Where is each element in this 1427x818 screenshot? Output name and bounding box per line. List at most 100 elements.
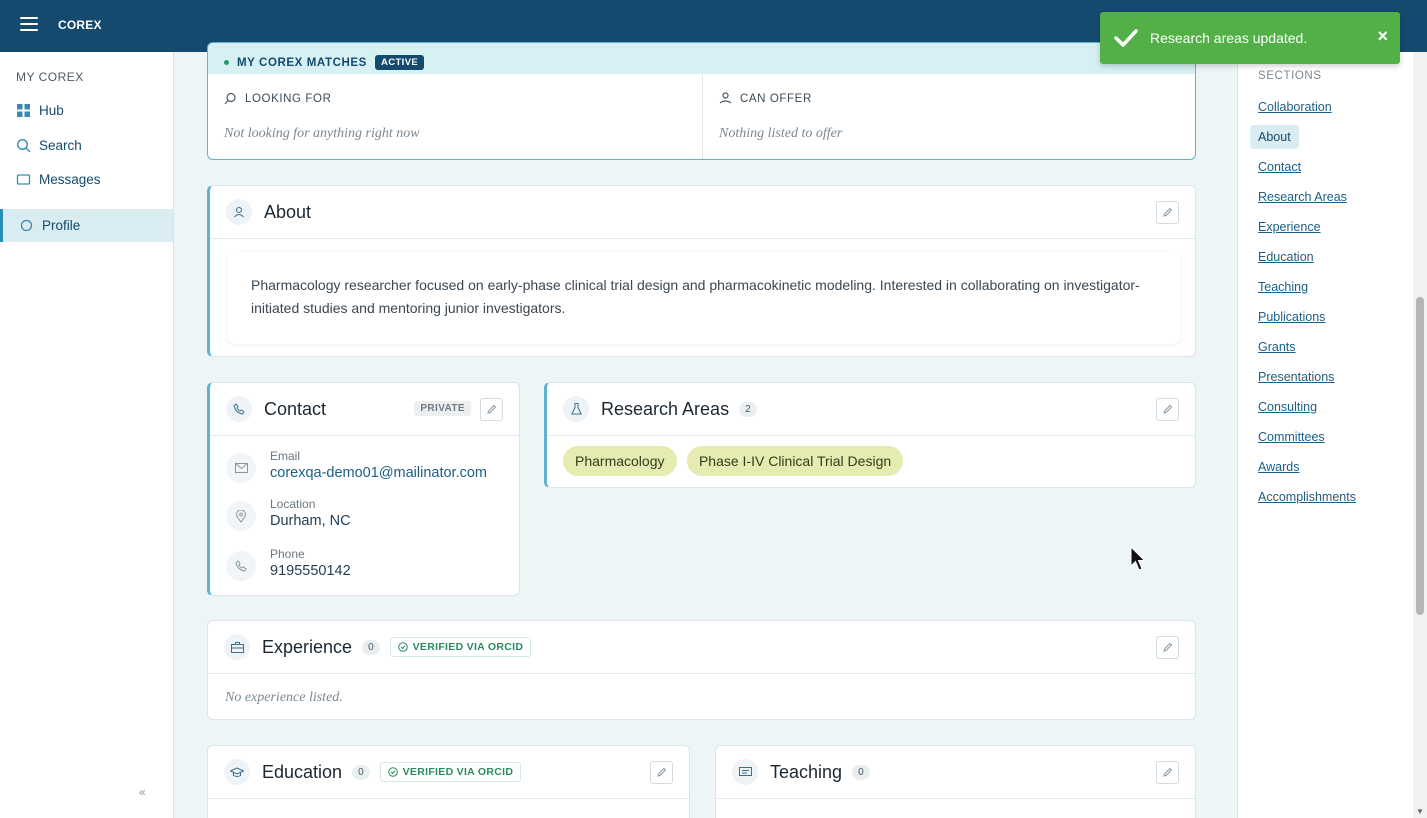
sidebar-item-search[interactable]: Search (0, 129, 173, 162)
sidebar-item-label: Messages (39, 172, 101, 187)
mail-icon (226, 453, 256, 483)
edit-research-areas-button[interactable] (1156, 398, 1179, 421)
hand-offer-icon (719, 92, 732, 104)
can-offer-value: Nothing listed to offer (719, 126, 843, 141)
section-link-about[interactable]: About (1250, 125, 1299, 149)
section-link-committees[interactable]: Committees (1258, 430, 1325, 444)
location-pin-icon (226, 501, 256, 531)
location-label: Location (270, 497, 316, 511)
status-dot-icon (224, 60, 229, 65)
pencil-icon (1163, 404, 1173, 414)
section-link-education[interactable]: Education (1258, 250, 1314, 264)
experience-empty: No experience listed. (225, 690, 343, 705)
verified-badge: VERIFIED VIA ORCID (379, 762, 522, 782)
section-link-accomplishments[interactable]: Accomplishments (1258, 490, 1356, 504)
toast-message: Research areas updated. (1150, 30, 1308, 46)
flask-icon (563, 396, 589, 422)
looking-for-label: LOOKING FOR (245, 92, 332, 105)
section-link-consulting[interactable]: Consulting (1258, 400, 1317, 414)
section-link-teaching[interactable]: Teaching (1258, 280, 1308, 294)
section-link-grants[interactable]: Grants (1258, 340, 1296, 354)
verified-badge: VERIFIED VIA ORCID (389, 637, 532, 657)
message-icon (16, 172, 31, 187)
sidebar-item-label: Hub (39, 103, 64, 118)
research-areas-title: Research Areas (601, 398, 730, 419)
matches-header: MY COREX MATCHES ACTIVE (208, 43, 1195, 74)
edit-teaching-button[interactable] (1156, 761, 1179, 784)
sidebar-item-hub[interactable]: Hub (0, 94, 173, 127)
section-link-publications[interactable]: Publications (1258, 310, 1325, 324)
sections-heading: SECTIONS (1258, 70, 1322, 82)
can-offer-label-row: CAN OFFER (719, 92, 812, 105)
about-header: About (210, 186, 1195, 239)
privacy-badge: PRIVATE (414, 401, 471, 416)
brand-name[interactable]: COREX (58, 18, 102, 32)
education-title: Education (262, 761, 343, 782)
edit-contact-button[interactable] (480, 398, 503, 421)
email-link[interactable]: corexqa-demo01@mailinator.com (270, 465, 487, 481)
collapse-sidebar-button[interactable]: « (139, 785, 146, 799)
section-link-experience[interactable]: Experience (1258, 220, 1321, 234)
status-badge: ACTIVE (374, 55, 425, 70)
looking-for-column: LOOKING FOR Not looking for anything rig… (208, 74, 702, 159)
page-scrollbar[interactable]: ▼ (1413, 52, 1427, 818)
looking-for-label-row: LOOKING FOR (224, 92, 331, 105)
contact-phone-row: Phone 9195550142 (226, 547, 351, 581)
experience-header: Experience 0 VERIFIED VIA ORCID (208, 621, 1195, 674)
main-content: MY COREX MATCHES ACTIVE LOOKING FOR Not … (174, 42, 1236, 818)
phone-icon (226, 551, 256, 581)
hamburger-menu-icon[interactable] (20, 17, 38, 31)
research-areas-count: 2 (739, 401, 757, 417)
experience-count: 0 (362, 639, 380, 655)
grid-icon (16, 103, 31, 118)
education-count: 0 (352, 764, 370, 780)
scrollbar-thumb[interactable] (1416, 297, 1424, 615)
section-link-awards[interactable]: Awards (1258, 460, 1299, 474)
education-header: Education 0 VERIFIED VIA ORCID (208, 746, 689, 799)
presentation-board-icon (732, 759, 758, 785)
research-areas-header: Research Areas 2 (547, 383, 1195, 436)
section-link-contact[interactable]: Contact (1258, 160, 1301, 174)
edit-education-button[interactable] (650, 761, 673, 784)
section-link-collaboration[interactable]: Collaboration (1258, 100, 1332, 114)
sidebar-item-messages[interactable]: Messages (0, 163, 173, 196)
sidebar-item-label: Profile (42, 218, 81, 233)
search-icon (224, 92, 236, 105)
verified-label: VERIFIED VIA ORCID (402, 766, 514, 778)
education-card: Education 0 VERIFIED VIA ORCID (207, 745, 690, 818)
search-icon (16, 138, 31, 153)
email-label: Email (270, 449, 301, 463)
section-link-presentations[interactable]: Presentations (1258, 370, 1334, 384)
section-link-research-areas[interactable]: Research Areas (1258, 190, 1347, 204)
experience-card: Experience 0 VERIFIED VIA ORCID No exper… (207, 620, 1196, 720)
success-toast: Research areas updated. × (1100, 12, 1400, 64)
verified-label: VERIFIED VIA ORCID (412, 641, 524, 653)
about-title: About (264, 201, 312, 222)
research-area-chip[interactable]: Pharmacology (563, 446, 677, 476)
edit-experience-button[interactable] (1156, 636, 1179, 659)
toast-close-button[interactable]: × (1377, 26, 1388, 47)
profile-icon (19, 218, 34, 233)
edit-about-button[interactable] (1156, 201, 1179, 224)
research-areas-card: Research Areas 2 Pharmacology Phase I-IV… (544, 382, 1196, 488)
scroll-down-arrow-icon[interactable]: ▼ (1416, 807, 1424, 816)
pencil-icon (1163, 642, 1173, 652)
contact-header: Contact PRIVATE (210, 383, 519, 436)
phone-icon (226, 396, 252, 422)
research-area-chip[interactable]: Phase I-IV Clinical Trial Design (686, 446, 904, 476)
sidebar-item-label: Search (39, 138, 82, 153)
contact-card: Contact PRIVATE Email corexqa-demo01@mai… (207, 382, 520, 596)
sections-nav: SECTIONS Collaboration About Contact Res… (1237, 52, 1413, 818)
left-sidebar: MY COREX Hub Search Messages Profile « (0, 52, 174, 818)
phone-label: Phone (270, 547, 305, 561)
mouse-cursor-icon (1130, 545, 1146, 577)
contact-email-row: Email corexqa-demo01@mailinator.com (226, 449, 487, 483)
pencil-icon (487, 404, 497, 414)
teaching-card: Teaching 0 (715, 745, 1196, 818)
person-icon (226, 199, 252, 225)
pencil-icon (657, 767, 667, 777)
sidebar-item-profile[interactable]: Profile (0, 209, 173, 242)
graduation-cap-icon (224, 759, 250, 785)
experience-title: Experience (262, 636, 353, 657)
contact-title: Contact (264, 398, 327, 419)
